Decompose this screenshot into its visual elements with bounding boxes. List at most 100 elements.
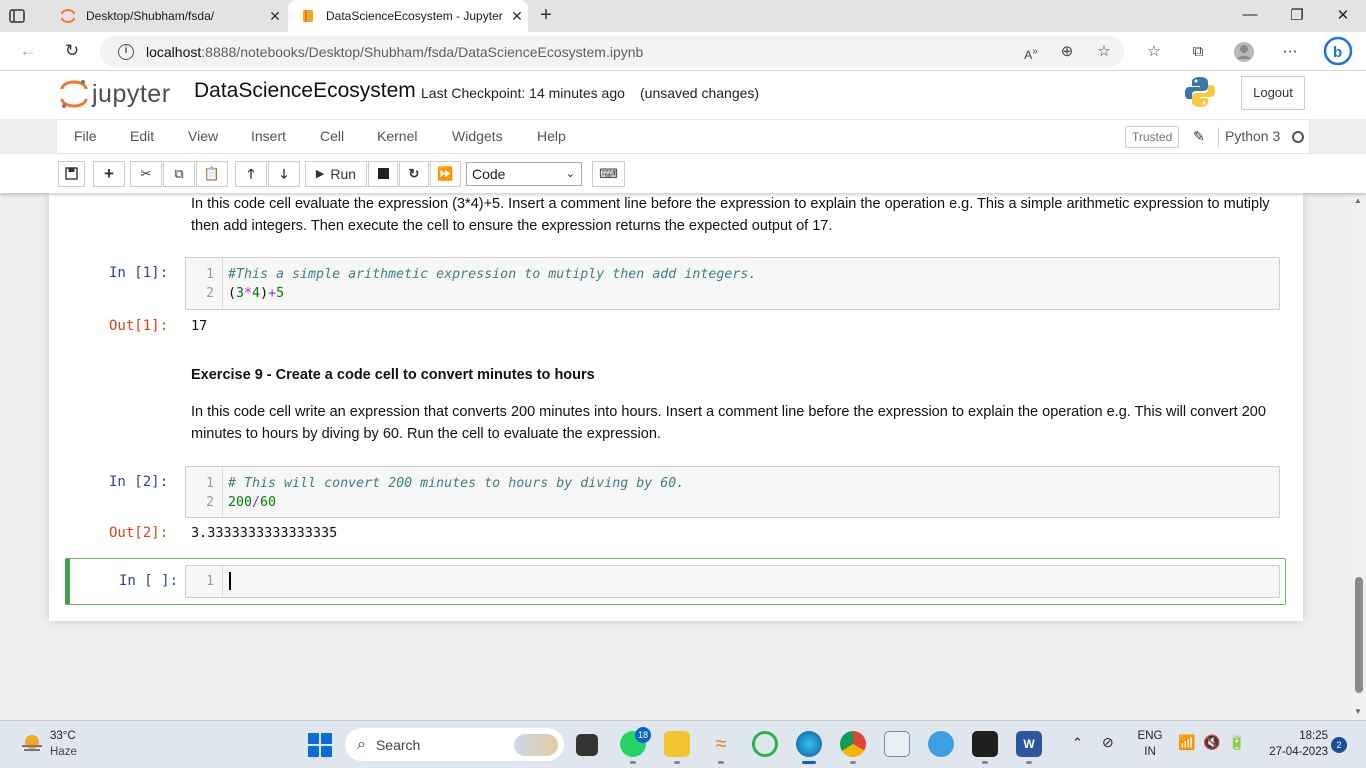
- file-explorer-icon[interactable]: [664, 731, 690, 757]
- back-arrow-icon[interactable]: ←: [17, 41, 39, 63]
- running-indicator: [850, 761, 856, 764]
- jupyter-logo-text: jupyter: [92, 79, 171, 108]
- paste-icon: 📋: [203, 166, 221, 181]
- menu-insert[interactable]: Insert: [251, 120, 286, 153]
- terminal-icon[interactable]: [972, 731, 998, 757]
- task-view-icon[interactable]: [576, 734, 598, 756]
- language-code[interactable]: ENG: [1136, 730, 1164, 742]
- code-comment: #This a simple arithmetic expression to …: [228, 267, 757, 282]
- menu-file[interactable]: File: [74, 120, 97, 153]
- kernel-idle-indicator-icon: [1292, 131, 1304, 143]
- interrupt-button[interactable]: [368, 161, 398, 187]
- scroll-thumb[interactable]: [1355, 577, 1363, 693]
- code-token: 3: [236, 286, 245, 301]
- paste-button[interactable]: 📋: [196, 161, 228, 187]
- trusted-indicator[interactable]: Trusted: [1125, 126, 1180, 148]
- code-token: (: [228, 286, 237, 301]
- restart-button[interactable]: ↻: [399, 161, 429, 187]
- markdown-cell[interactable]: In this code cell write an expression th…: [191, 401, 1281, 445]
- taskbar-search[interactable]: ⌕ Search: [345, 728, 564, 761]
- green-circle-app-icon[interactable]: [752, 731, 778, 757]
- kernel-name[interactable]: Python 3: [1225, 128, 1280, 144]
- read-aloud-icon[interactable]: A»: [1020, 41, 1042, 63]
- cell-type-select[interactable]: Code ⌄: [466, 162, 582, 186]
- code-input[interactable]: 1: [185, 565, 1280, 598]
- menu-view[interactable]: View: [188, 120, 218, 153]
- chevron-up-icon[interactable]: ⌃: [1072, 735, 1083, 751]
- clock-date[interactable]: 27-04-2023: [1256, 746, 1328, 758]
- close-tab-icon[interactable]: ✕: [506, 8, 528, 25]
- browser-tab-notebook[interactable]: DataScienceEcosystem - Jupyter ✕: [288, 0, 528, 32]
- restore-icon[interactable]: ❐: [1285, 6, 1309, 26]
- battery-icon[interactable]: 🔋: [1228, 734, 1245, 751]
- minimize-icon[interactable]: —: [1238, 6, 1262, 26]
- more-options-icon[interactable]: ⋯: [1279, 41, 1301, 63]
- logout-button[interactable]: Logout: [1241, 76, 1305, 110]
- info-icon[interactable]: i: [118, 43, 134, 60]
- url-input[interactable]: i localhost:8888/notebooks/Desktop/Shubh…: [100, 36, 1124, 67]
- jupyter-favicon-icon: [60, 8, 76, 24]
- word-icon[interactable]: W: [1016, 731, 1042, 757]
- weather-description: Haze: [50, 746, 77, 758]
- output-prompt: Out[1]:: [109, 318, 169, 334]
- move-down-button[interactable]: 🡓: [268, 161, 300, 187]
- url-host: localhost: [146, 43, 202, 60]
- language-region[interactable]: IN: [1136, 746, 1164, 758]
- command-palette-button[interactable]: ⌨: [592, 161, 625, 187]
- menubar: File Edit View Insert Cell Kernel Widget…: [56, 119, 1310, 154]
- collections-icon[interactable]: ⧉: [1187, 41, 1209, 63]
- bing-chat-icon[interactable]: b: [1323, 36, 1353, 66]
- start-windows-icon[interactable]: [308, 733, 332, 757]
- weather-haze-icon[interactable]: [20, 732, 44, 756]
- insert-cell-button[interactable]: +: [93, 161, 125, 187]
- menu-cell[interactable]: Cell: [320, 120, 344, 153]
- maps-icon[interactable]: [928, 731, 954, 757]
- close-tab-icon[interactable]: ✕: [264, 8, 286, 25]
- scroll-up-icon[interactable]: ▲: [1354, 196, 1362, 205]
- output-prompt: Out[2]:: [109, 525, 169, 541]
- browser-tab-files[interactable]: Desktop/Shubham/fsda/ ✕: [48, 0, 286, 32]
- run-button[interactable]: ▶ Run: [305, 161, 367, 187]
- refresh-icon[interactable]: ↻: [61, 41, 83, 63]
- browser-tab-strip: Desktop/Shubham/fsda/ ✕ DataScienceEcosy…: [0, 0, 1366, 32]
- volume-muted-icon[interactable]: 🔇: [1203, 734, 1220, 751]
- clock-time[interactable]: 18:25: [1256, 730, 1328, 742]
- code-cell[interactable]: 1 2 # This will convert 200 minutes to h…: [185, 466, 1280, 518]
- add-favorite-icon[interactable]: ☆: [1093, 41, 1115, 63]
- menu-widgets[interactable]: Widgets: [452, 120, 503, 153]
- line-number: 1: [206, 267, 214, 282]
- cut-button[interactable]: ✂: [130, 161, 162, 187]
- jupyter-logo[interactable]: jupyter: [60, 77, 171, 111]
- zoom-icon[interactable]: ⊕: [1056, 41, 1078, 63]
- scrollbar[interactable]: ▲ ▼: [1351, 193, 1366, 720]
- notebook-title[interactable]: DataScienceEcosystem: [194, 79, 416, 103]
- move-up-button[interactable]: 🡑: [235, 161, 267, 187]
- menu-help[interactable]: Help: [537, 120, 566, 153]
- edge-browser-icon[interactable]: [796, 731, 822, 757]
- favorites-icon[interactable]: ☆: [1143, 41, 1165, 63]
- wifi-icon[interactable]: 📶: [1178, 734, 1195, 751]
- menu-edit[interactable]: Edit: [130, 120, 154, 153]
- chrome-icon[interactable]: [840, 731, 866, 757]
- arrow-down-icon: 🡓: [280, 166, 288, 181]
- save-button[interactable]: [58, 161, 85, 187]
- copy-button[interactable]: ⧉: [163, 161, 195, 187]
- notebook-favicon-icon: [300, 8, 316, 24]
- jupyter-app-icon[interactable]: ≈: [708, 731, 734, 757]
- edit-pencil-icon[interactable]: ✎: [1193, 128, 1205, 145]
- code-cell[interactable]: 1 2 #This a simple arithmetic expression…: [185, 257, 1280, 310]
- profile-avatar-icon[interactable]: [1233, 41, 1255, 63]
- scroll-down-icon[interactable]: ▼: [1354, 707, 1362, 716]
- photos-icon[interactable]: [884, 731, 910, 757]
- exercise-heading[interactable]: Exercise 9 - Create a code cell to conve…: [191, 367, 595, 383]
- close-window-icon[interactable]: ✕: [1331, 6, 1355, 26]
- python-logo-icon: [1183, 75, 1217, 109]
- restart-run-all-button[interactable]: ⏩: [430, 161, 461, 187]
- notification-count[interactable]: 2: [1331, 737, 1347, 753]
- tab-actions-icon[interactable]: [8, 7, 26, 25]
- menu-kernel[interactable]: Kernel: [377, 120, 417, 153]
- new-tab-button[interactable]: +: [534, 4, 558, 28]
- markdown-cell[interactable]: In this code cell evaluate the expressio…: [191, 193, 1281, 237]
- network-off-icon[interactable]: ⊘: [1102, 734, 1114, 751]
- selected-cell[interactable]: In [ ]: 1: [65, 558, 1286, 605]
